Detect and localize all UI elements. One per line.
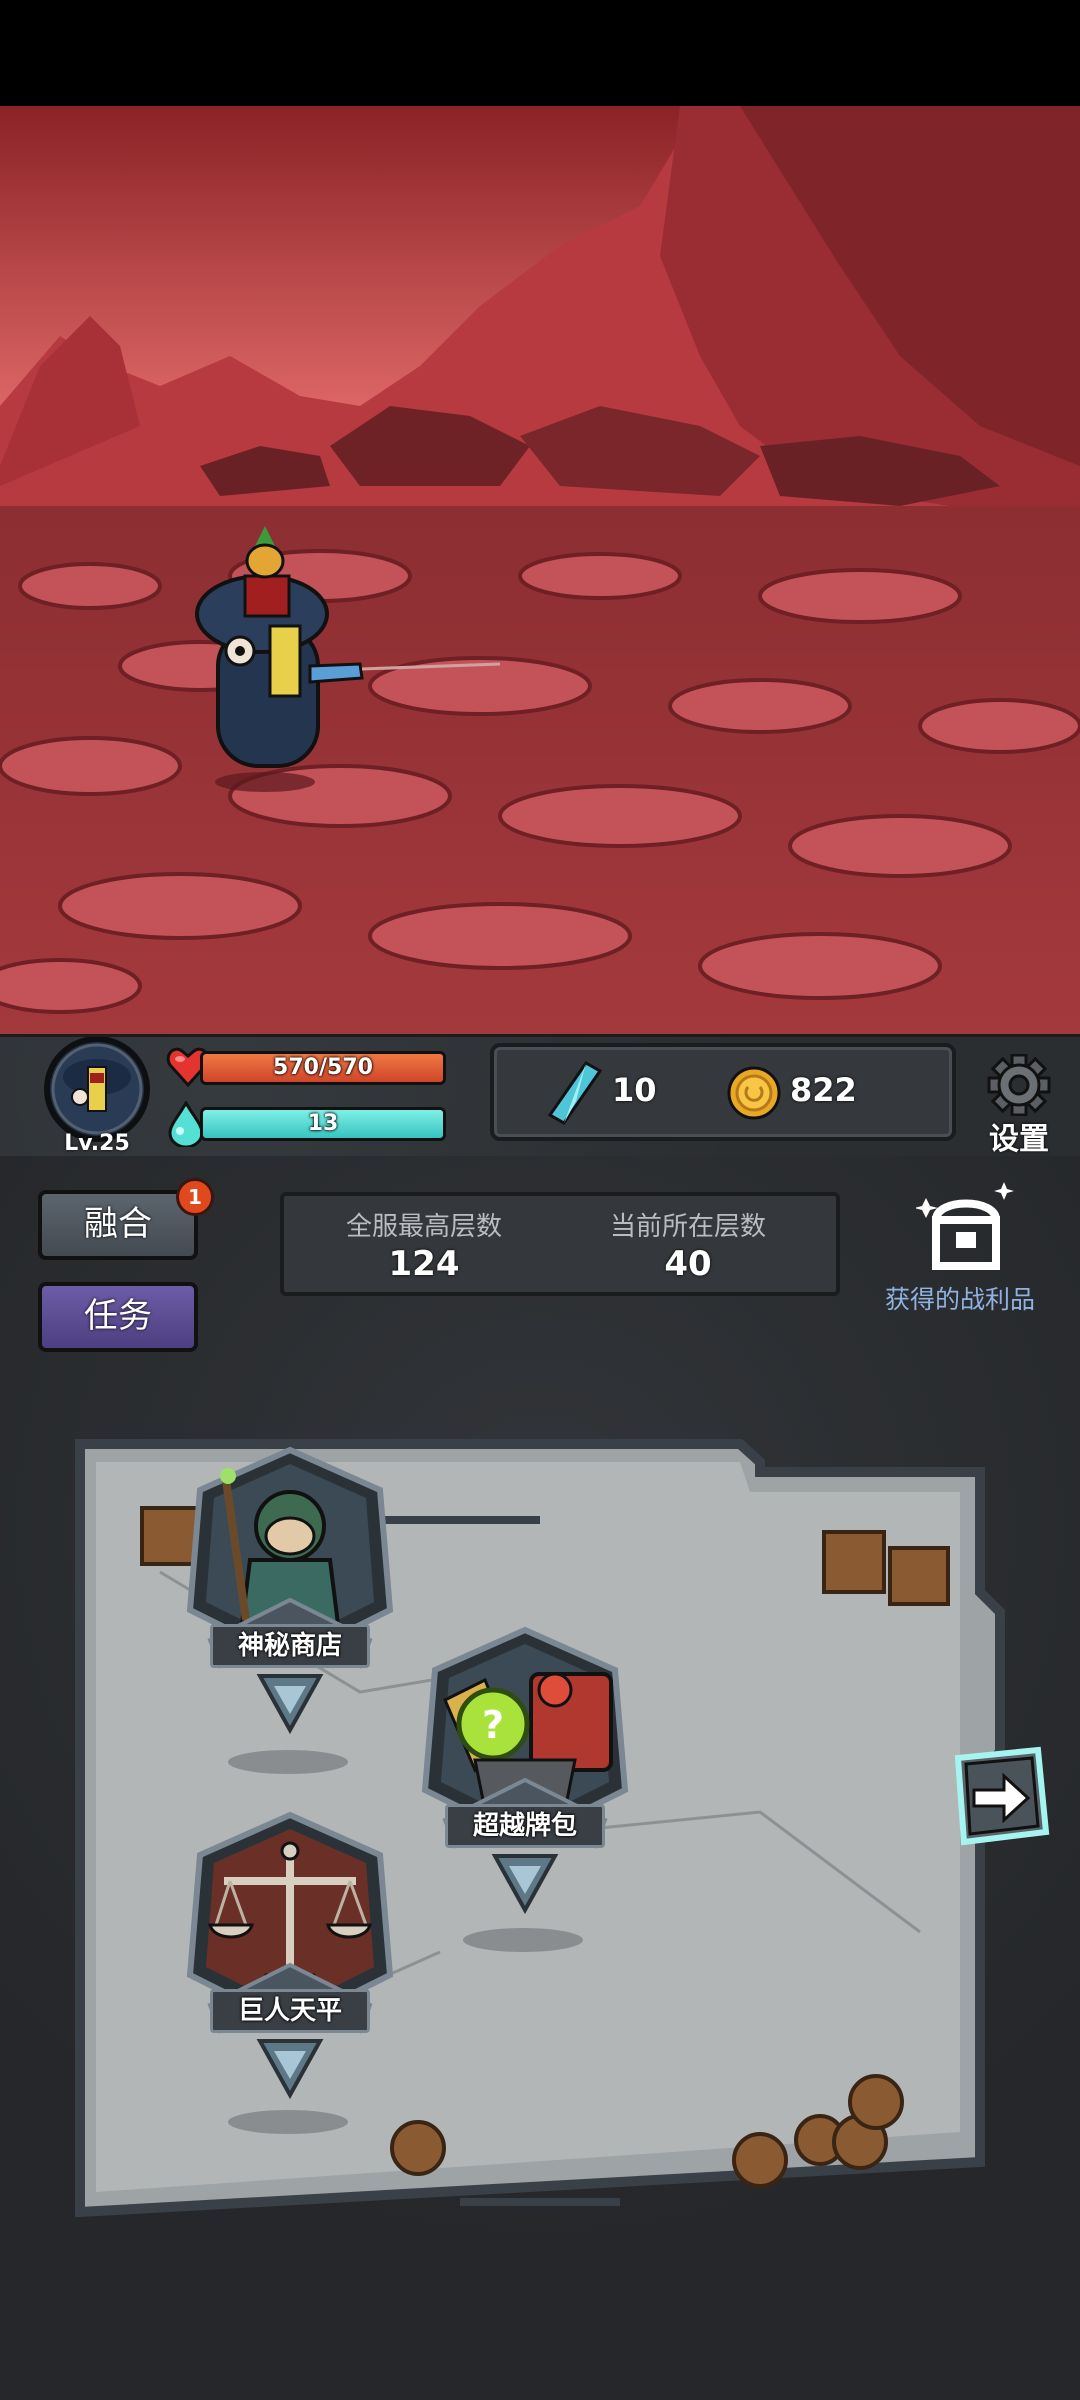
current-floor-value: 40 (664, 1244, 712, 1284)
arrow-right-icon (954, 1746, 1050, 1846)
battle-background (0, 106, 1080, 1034)
room-mysterious-shop[interactable]: 神秘商店 (170, 1440, 410, 1740)
hp-text: 570/570 (273, 1055, 373, 1080)
gold-coin-icon (726, 1065, 782, 1121)
loot-label: 获得的战利品 (884, 1285, 1035, 1314)
mp-bar: 13 (200, 1107, 446, 1141)
settings-button[interactable]: 设置 (972, 1054, 1066, 1157)
battle-scene (0, 106, 1080, 1034)
loot-button[interactable]: 获得的战利品 (870, 1176, 1050, 1316)
pack-label-plate: 超越牌包 (445, 1804, 605, 1848)
server-best-label: 全服最高层数 (345, 1212, 502, 1242)
currency-panel: 10 822 (490, 1043, 956, 1141)
mp-text: 13 (307, 1111, 339, 1136)
room-giant-scale[interactable]: 巨人天平 (170, 1805, 410, 2105)
svg-text:?: ? (482, 1703, 504, 1747)
treasure-chest-icon (916, 1182, 1014, 1270)
scale-label: 巨人天平 (237, 1996, 342, 2026)
quest-button[interactable]: 任务 (38, 1282, 198, 1352)
gear-icon (987, 1054, 1051, 1116)
shop-emblem (186, 1446, 394, 1735)
shop-label: 神秘商店 (237, 1631, 342, 1661)
fusion-badge: 1 (176, 1178, 214, 1216)
floors-panel: 全服最高层数 124 当前所在层数 40 (280, 1192, 840, 1296)
avatar[interactable]: Lv.25 (40, 1036, 154, 1156)
current-floor-label: 当前所在层数 (609, 1212, 766, 1242)
room-transcend-pack[interactable]: ? 超越牌包 (405, 1620, 645, 1920)
scale-label-plate: 巨人天平 (210, 1989, 370, 2033)
crystal-gem-icon (546, 1061, 603, 1125)
pack-label: 超越牌包 (472, 1811, 577, 1841)
server-best-value: 124 (388, 1244, 460, 1284)
status-bar (0, 0, 1080, 106)
settings-label: 设置 (989, 1122, 1049, 1157)
gem-count: 10 (612, 1071, 657, 1109)
scale-emblem (186, 1811, 394, 2100)
hp-bar: 570/570 (200, 1051, 446, 1085)
player-level: Lv.25 (64, 1131, 130, 1156)
next-floor-button[interactable] (944, 1742, 1054, 1852)
coin-count: 822 (790, 1071, 857, 1109)
pack-emblem: ? (421, 1626, 629, 1915)
fusion-button[interactable]: 融合 (38, 1190, 198, 1260)
shop-label-plate: 神秘商店 (210, 1624, 370, 1668)
fusion-label: 融合 (84, 1204, 152, 1244)
quest-label: 任务 (84, 1296, 152, 1336)
